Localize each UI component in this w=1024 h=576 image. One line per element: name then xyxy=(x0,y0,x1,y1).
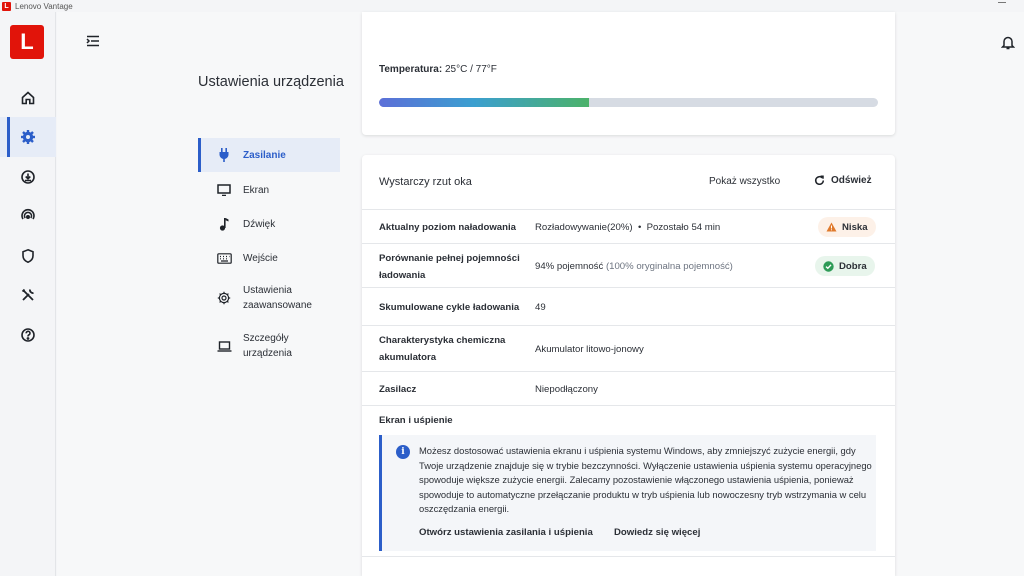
chemistry-label: Charakterystyka chemiczna akumulatora xyxy=(379,335,506,363)
badge-good-label: Dobra xyxy=(839,260,867,272)
cycles-value: 49 xyxy=(535,302,546,313)
menu-toggle-button[interactable] xyxy=(84,33,102,49)
rail-item-home[interactable] xyxy=(0,78,56,118)
glance-card: Wystarczy rzut oka Pokaż wszystko Odświe… xyxy=(362,155,895,576)
warning-icon xyxy=(826,222,837,232)
check-circle-icon xyxy=(823,260,834,272)
subnav-item-advanced[interactable]: Ustawienia zaawansowane xyxy=(198,282,340,314)
glance-title: Wystarczy rzut oka xyxy=(379,176,472,188)
badge-low-label: Niska xyxy=(842,221,868,233)
rail-item-performance[interactable] xyxy=(0,196,56,236)
monitor-icon xyxy=(214,184,234,196)
status-badge-low: Niska xyxy=(818,217,876,237)
rail-item-updates[interactable] xyxy=(0,157,56,197)
charge-level-separator: • xyxy=(637,222,642,233)
gear-icon xyxy=(21,130,35,144)
gauge-icon xyxy=(21,208,35,220)
sleep-info-text: Możesz dostosować ustawienia ekranu i uś… xyxy=(419,445,872,514)
charge-level-remaining: Pozostało 54 min xyxy=(646,222,721,233)
advanced-gear-icon xyxy=(214,291,234,305)
left-rail: L xyxy=(0,12,56,576)
title-bar: L Lenovo Vantage xyxy=(0,0,1024,12)
chemistry-value: Akumulator litowo-jonowy xyxy=(535,344,644,355)
refresh-icon xyxy=(815,175,825,185)
subnav-label-input: Wejście xyxy=(243,252,278,264)
subnav-item-device-details[interactable]: Szczegóły urządzenia xyxy=(198,330,340,362)
row-chemistry: Charakterystyka chemiczna akumulatora Ak… xyxy=(362,325,895,371)
shield-icon xyxy=(22,248,34,264)
subnav-label-sound: Dźwięk xyxy=(243,218,276,230)
notifications-button[interactable] xyxy=(999,33,1017,51)
refresh-button[interactable]: Odśwież xyxy=(814,175,872,186)
subnav-item-sound[interactable]: Dźwięk xyxy=(198,214,340,234)
capacity-original: (100% oryginalna pojemność) xyxy=(605,261,733,272)
sleep-section-title: Ekran i uśpienie xyxy=(379,415,453,426)
open-power-settings-link[interactable]: Otwórz ustawienia zasilania i uśpienia xyxy=(419,527,593,538)
adapter-label: Zasilacz xyxy=(379,384,417,395)
charge-level-status: Rozładowywanie(20%) xyxy=(535,222,633,233)
temperature-readout: Temperatura: 25°C / 77°F xyxy=(379,64,497,75)
help-icon xyxy=(21,328,35,342)
menu-collapse-icon xyxy=(86,35,99,47)
rail-item-help[interactable] xyxy=(0,315,56,355)
row-capacity: Porównanie pełnej pojemności ładowania 9… xyxy=(362,243,895,287)
lenovo-logo: L xyxy=(10,25,44,59)
temperature-label: Temperatura: xyxy=(379,64,443,75)
subnav-item-input[interactable]: Wejście xyxy=(198,248,340,268)
home-icon xyxy=(21,91,35,105)
app-icon: L xyxy=(2,1,11,11)
row-divider xyxy=(362,405,895,406)
page-title: Ustawienia urządzenia xyxy=(198,74,344,90)
capacity-value: 94% pojemność (100% oryginalna pojemność… xyxy=(535,258,733,275)
tools-icon xyxy=(21,288,34,301)
subnav-item-power[interactable]: Zasilanie xyxy=(198,138,340,172)
bell-icon xyxy=(1001,36,1015,49)
card-bottom-divider xyxy=(362,556,895,557)
capacity-label: Porównanie pełnej pojemności ładowania xyxy=(379,253,520,281)
subnav-label-advanced: Ustawienia zaawansowane xyxy=(243,285,312,311)
status-badge-good: Dobra xyxy=(815,256,875,276)
plug-icon xyxy=(214,148,234,162)
battery-level-fill xyxy=(379,98,589,107)
keyboard-icon xyxy=(214,252,234,264)
rail-item-tools[interactable] xyxy=(0,275,56,315)
charge-level-value: Rozładowywanie(20%) • Pozostało 54 min xyxy=(535,219,720,236)
window-title: Lenovo Vantage xyxy=(15,1,73,11)
charge-level-label: Aktualny poziom naładowania xyxy=(379,222,516,233)
subnav-label-device-details: Szczegóły urządzenia xyxy=(243,333,292,359)
sleep-info-box: i Możesz dostosować ustawienia ekranu i … xyxy=(379,435,876,551)
capacity-percent: 94% pojemność xyxy=(535,261,604,272)
battery-level-bar xyxy=(379,98,878,107)
row-adapter: Zasilacz Niepodłączony xyxy=(362,371,895,405)
info-icon: i xyxy=(396,445,410,459)
music-note-icon xyxy=(214,217,234,231)
learn-more-link[interactable]: Dowiedz się więcej xyxy=(614,527,700,538)
minimize-button[interactable] xyxy=(998,2,1006,3)
download-icon xyxy=(21,170,35,184)
subnav-label-display: Ekran xyxy=(243,184,270,196)
battery-status-card: Temperatura: 25°C / 77°F xyxy=(362,12,895,135)
temperature-value: 25°C / 77°F xyxy=(444,64,497,75)
row-charge-level: Aktualny poziom naładowania Rozładowywan… xyxy=(362,209,895,243)
refresh-label: Odśwież xyxy=(831,175,872,186)
subnav-label-power: Zasilanie xyxy=(243,149,286,161)
show-all-link[interactable]: Pokaż wszystko xyxy=(709,176,780,187)
rail-item-security[interactable] xyxy=(0,236,56,276)
laptop-icon xyxy=(214,340,234,352)
cycles-label: Skumulowane cykle ładowania xyxy=(379,302,520,313)
rail-item-device-settings[interactable] xyxy=(0,117,56,157)
adapter-value: Niepodłączony xyxy=(535,384,598,395)
row-cycles: Skumulowane cykle ładowania 49 xyxy=(362,287,895,325)
subnav-item-display[interactable]: Ekran xyxy=(198,180,340,200)
